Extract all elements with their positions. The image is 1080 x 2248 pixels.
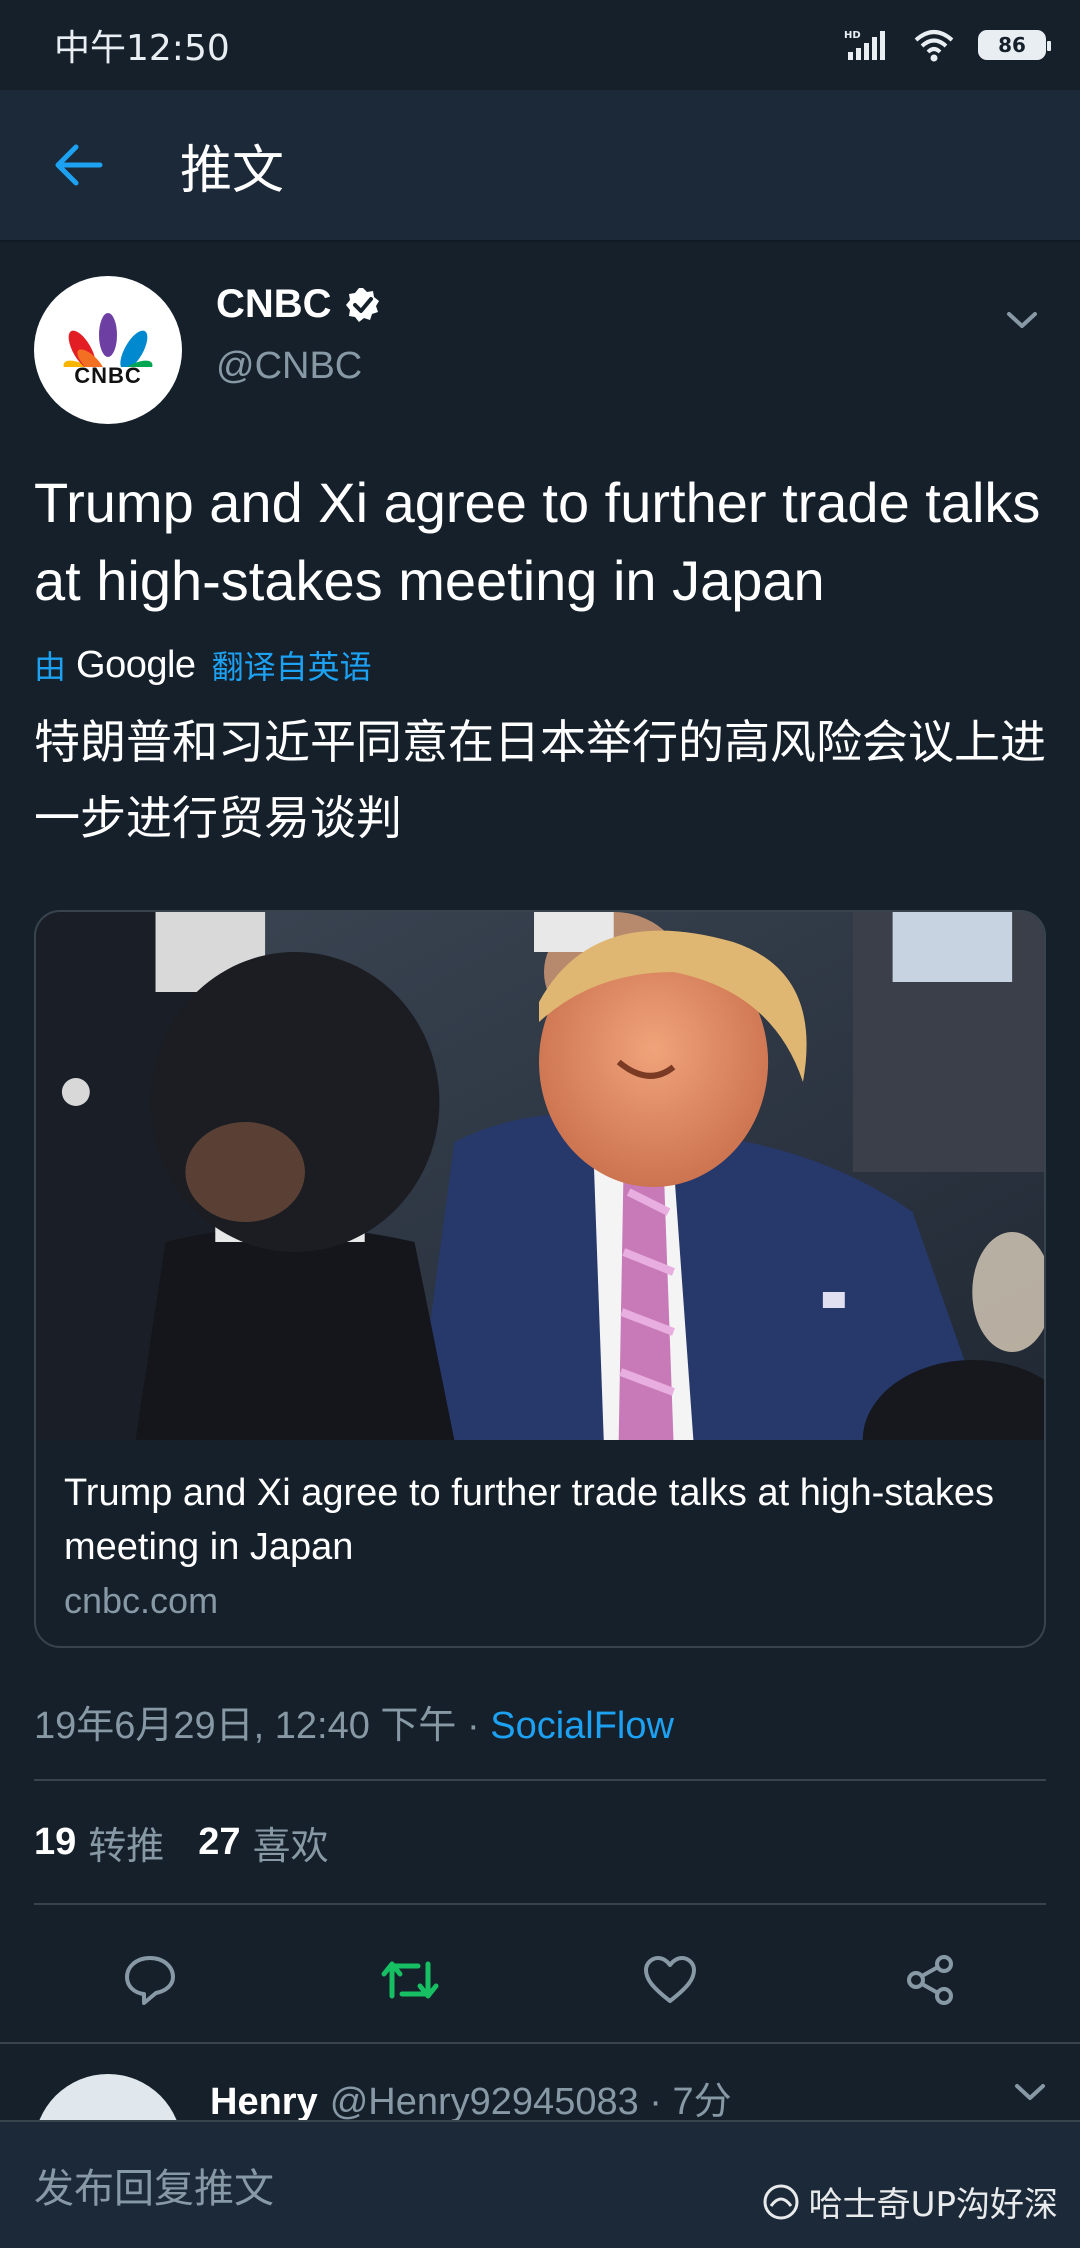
reply-input[interactable]: 发布回复推文 xyxy=(34,2156,274,2214)
retweets-count: 19 xyxy=(34,1820,77,1863)
card-domain: cnbc.com xyxy=(64,1580,219,1621)
google-logo: Google xyxy=(76,643,196,686)
battery-icon: 86 xyxy=(978,30,1051,60)
status-icons: HD 86 xyxy=(844,28,1051,62)
author-info: CNBC @CNBC xyxy=(216,282,382,452)
reply-header: Henry @Henry92945083 · 7分 xyxy=(210,2070,732,2125)
tweet-detail: CNBC CNBC @CNBC Trump and Xi agree to fu… xyxy=(34,242,1046,1905)
card-image xyxy=(36,912,1044,1440)
app-bar: 推文 xyxy=(0,90,1080,242)
watermark-logo-icon xyxy=(763,2184,799,2219)
chevron-down-icon xyxy=(1007,312,1037,328)
arrow-left-icon xyxy=(55,144,103,186)
watermark: 哈士奇UP沟好深 xyxy=(761,2177,1058,2226)
share-button[interactable] xyxy=(882,1932,978,2028)
share-icon xyxy=(907,1955,953,2005)
author-name-row: CNBC xyxy=(216,282,382,327)
tweet-stats: 19 转推 27 喜欢 xyxy=(34,1781,1046,1903)
tweet-actions xyxy=(0,1918,1080,2042)
translation-attribution: 由 Google 翻译自英语 xyxy=(34,642,1046,688)
tweet-source[interactable]: SocialFlow xyxy=(490,1705,674,1747)
retweets-label: 转推 xyxy=(88,1823,165,1868)
tweet-text: Trump and Xi agree to further trade talk… xyxy=(34,471,1041,612)
tweet-menu-button[interactable] xyxy=(998,300,1046,340)
tweet-author: CNBC CNBC @CNBC xyxy=(34,242,1046,452)
link-card[interactable]: Trump and Xi agree to further trade talk… xyxy=(34,910,1046,1648)
retweet-icon xyxy=(381,1961,439,1999)
svg-text:HD: HD xyxy=(844,30,861,41)
divider xyxy=(34,1903,1046,1905)
status-bar: 中午12:50 HD 86 xyxy=(0,0,1080,90)
back-button[interactable] xyxy=(18,105,138,225)
translation-suffix[interactable]: 翻译自英语 xyxy=(212,642,372,688)
chevron-down-icon[interactable] xyxy=(1014,2082,1046,2102)
translation-prefix: 由 xyxy=(34,648,67,686)
compose-bar: 发布回复推文 哈士奇UP沟好深 xyxy=(0,2120,1080,2248)
card-title: Trump and Xi agree to further trade talk… xyxy=(64,1472,995,1568)
reply-button[interactable] xyxy=(102,1932,198,2028)
likes-label: 喜欢 xyxy=(252,1823,329,1868)
likes-count: 27 xyxy=(198,1820,241,1863)
translated-text: 特朗普和习近平同意在日本举行的高风险会议上进一步进行贸易谈判 xyxy=(34,715,1046,845)
author-name[interactable]: CNBC xyxy=(216,282,332,327)
like-button[interactable] xyxy=(622,1932,718,2028)
card-body: Trump and Xi agree to further trade talk… xyxy=(36,1440,1044,1646)
retweet-button[interactable] xyxy=(362,1932,458,2028)
heart-icon xyxy=(644,1956,696,2003)
avatar[interactable]: CNBC xyxy=(34,276,182,424)
status-time: 中午12:50 xyxy=(54,28,230,69)
battery-level: 86 xyxy=(998,33,1026,57)
verified-badge-icon xyxy=(345,287,379,322)
author-handle[interactable]: @CNBC xyxy=(216,345,382,388)
watermark-text: 哈士奇UP沟好深 xyxy=(808,2185,1058,2225)
reply-icon xyxy=(125,1956,175,2005)
reply-author-name: Henry xyxy=(210,2081,318,2123)
page-title: 推文 xyxy=(180,140,285,201)
signal-icon: HD xyxy=(844,30,885,60)
peacock-logo-icon xyxy=(63,313,153,367)
tweet-timestamp: 19年6月29日, 12:40 下午 · xyxy=(34,1705,491,1747)
retweets-stat[interactable]: 19 转推 xyxy=(34,1815,164,1870)
reply-handle-time: @Henry92945083 · 7分 xyxy=(329,2081,732,2123)
likes-stat[interactable]: 27 喜欢 xyxy=(198,1815,328,1870)
tweet-meta: 19年6月29日, 12:40 下午 · SocialFlow xyxy=(34,1694,1046,1779)
wifi-icon xyxy=(914,30,954,62)
avatar-label: CNBC xyxy=(74,363,142,388)
